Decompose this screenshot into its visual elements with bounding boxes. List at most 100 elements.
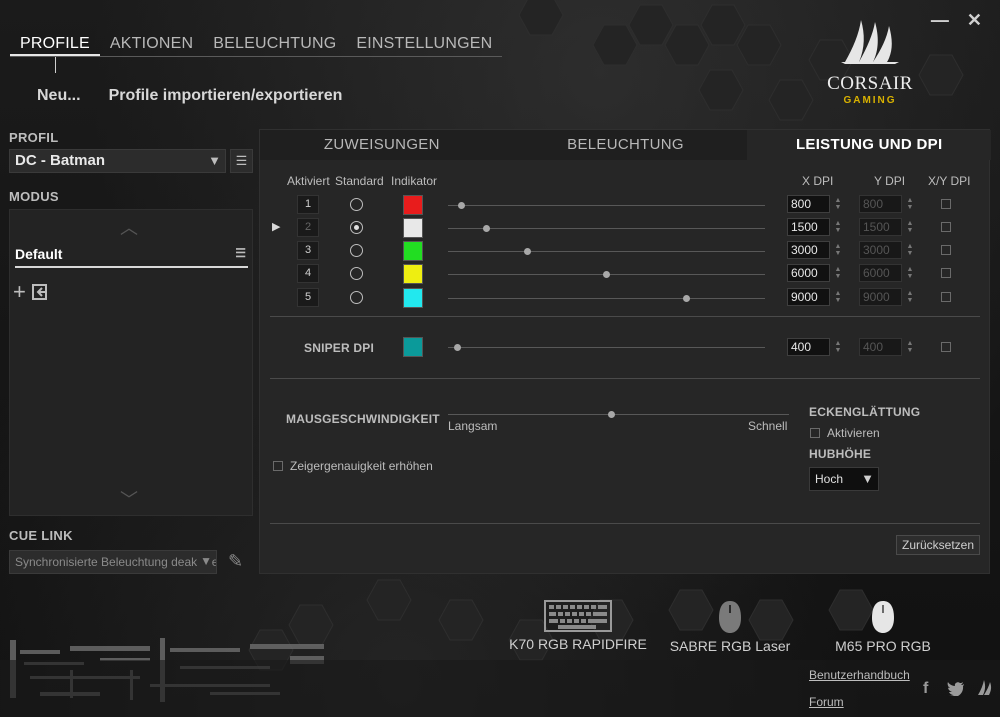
mode-menu-icon[interactable]: ☰ <box>235 246 246 260</box>
ydpi-input: 9000 <box>859 288 902 306</box>
spinner-arrows-icon: ▲ ▼ <box>906 220 914 234</box>
facebook-icon[interactable]: f <box>923 680 928 698</box>
tab-actions[interactable]: AKTIONEN <box>100 33 203 56</box>
sniper-xy-checkbox[interactable] <box>941 342 951 352</box>
xdpi-input[interactable]: 800 <box>787 195 830 213</box>
device-keyboard[interactable]: K70 RGB RAPIDFIRE <box>505 600 651 652</box>
slider-handle[interactable] <box>483 225 490 232</box>
sniper-xdpi-input[interactable]: 400 <box>787 338 830 356</box>
mouse-speed-slider[interactable] <box>448 411 789 418</box>
corsair-icon[interactable] <box>976 680 994 696</box>
xy-dpi-checkbox[interactable] <box>941 268 951 278</box>
angle-snapping-checkbox[interactable] <box>810 428 820 438</box>
dpi-default-radio[interactable] <box>350 244 363 257</box>
dpi-color-swatch[interactable] <box>403 288 423 308</box>
add-mode-icon[interactable]: + <box>13 281 26 303</box>
window-controls: — ✕ <box>931 10 982 31</box>
tab-settings[interactable]: EINSTELLUNGEN <box>346 33 502 56</box>
dpi-level-enable[interactable]: 4 <box>297 264 319 283</box>
new-profile-button[interactable]: Neu... <box>37 87 81 105</box>
dpi-slider[interactable] <box>448 271 765 278</box>
tab-panel-lighting[interactable]: BELEUCHTUNG <box>504 130 748 160</box>
slider-handle[interactable] <box>454 344 461 351</box>
spinner-arrows-icon[interactable]: ▲ ▼ <box>834 197 842 211</box>
device-sabre[interactable]: SABRE RGB Laser <box>663 600 797 654</box>
mouse-speed-label: MAUSGESCHWINDIGKEIT <box>286 412 440 426</box>
xy-dpi-checkbox[interactable] <box>941 199 951 209</box>
profile-menu-button[interactable]: ☰ <box>230 149 253 173</box>
header-ydpi: Y DPI <box>874 174 906 188</box>
profile-select[interactable]: DC - Batman ▼ <box>9 149 226 173</box>
xy-dpi-checkbox[interactable] <box>941 292 951 302</box>
mouse-icon <box>872 601 894 633</box>
tab-assignments[interactable]: ZUWEISUNGEN <box>260 130 504 160</box>
chevron-up-icon[interactable]: ︿ <box>120 214 138 240</box>
xdpi-input[interactable]: 1500 <box>787 218 830 236</box>
slider-handle[interactable] <box>524 248 531 255</box>
ydpi-input: 6000 <box>859 264 902 282</box>
dpi-slider[interactable] <box>448 225 765 232</box>
spinner-arrows-icon: ▲ ▼ <box>906 243 914 257</box>
mode-item-default[interactable]: Default ☰ <box>15 244 248 268</box>
lift-height-select[interactable]: Hoch ▼ <box>809 467 879 491</box>
tab-performance-dpi[interactable]: LEISTUNG UND DPI <box>747 130 992 160</box>
tab-lighting[interactable]: BELEUCHTUNG <box>203 33 346 56</box>
dpi-panel: ZUWEISUNGEN BELEUCHTUNG LEISTUNG UND DPI… <box>259 129 992 574</box>
manual-link[interactable]: Benutzerhandbuch <box>809 668 910 682</box>
twitter-icon[interactable] <box>947 682 965 696</box>
profile-label: PROFIL <box>9 130 59 145</box>
device-m65[interactable]: M65 PRO RGB <box>828 600 938 654</box>
pencil-icon[interactable]: ✎ <box>228 551 243 572</box>
slider-handle[interactable] <box>608 411 615 418</box>
dpi-color-swatch[interactable] <box>403 195 423 215</box>
dpi-default-radio[interactable] <box>350 221 363 234</box>
import-export-button[interactable]: Profile importieren/exportieren <box>109 87 343 105</box>
sniper-dpi-slider[interactable] <box>448 344 765 351</box>
spinner-arrows-icon: ▲ ▼ <box>906 266 914 280</box>
slider-handle[interactable] <box>458 202 465 209</box>
xdpi-input[interactable]: 9000 <box>787 288 830 306</box>
spinner-arrows-icon[interactable]: ▲ ▼ <box>834 220 842 234</box>
dpi-level-enable[interactable]: 5 <box>297 288 319 307</box>
export-mode-icon[interactable] <box>30 282 50 302</box>
close-button[interactable]: ✕ <box>967 10 982 31</box>
dpi-color-swatch[interactable] <box>403 218 423 238</box>
dpi-level-enable[interactable]: 1 <box>297 195 319 214</box>
dpi-default-radio[interactable] <box>350 291 363 304</box>
dpi-color-swatch[interactable] <box>403 264 423 284</box>
dpi-default-radio[interactable] <box>350 267 363 280</box>
reset-button[interactable]: Zurücksetzen <box>896 535 980 555</box>
divider <box>270 378 980 379</box>
xdpi-input[interactable]: 3000 <box>787 241 830 259</box>
dpi-slider[interactable] <box>448 248 765 255</box>
cue-link-select[interactable]: Synchronisierte Beleuchtung deaktivieren… <box>9 550 217 574</box>
chevron-down-icon[interactable]: ﹀ <box>120 486 138 512</box>
dpi-level-enable[interactable]: 2 <box>297 218 319 237</box>
spinner-arrows-icon[interactable]: ▲ ▼ <box>834 243 842 257</box>
ydpi-input: 3000 <box>859 241 902 259</box>
dpi-slider[interactable] <box>448 295 765 302</box>
dpi-color-swatch[interactable] <box>403 241 423 261</box>
top-nav: PROFILE AKTIONEN BELEUCHTUNG EINSTELLUNG… <box>10 33 502 57</box>
slider-handle[interactable] <box>683 295 690 302</box>
lift-height-label: HUBHÖHE <box>809 447 872 461</box>
minimize-button[interactable]: — <box>931 10 949 31</box>
ydpi-input: 800 <box>859 195 902 213</box>
xdpi-input[interactable]: 6000 <box>787 264 830 282</box>
slider-handle[interactable] <box>603 271 610 278</box>
spinner-arrows-icon: ▲ ▼ <box>906 290 914 304</box>
sails-icon <box>841 20 899 64</box>
forum-link[interactable]: Forum <box>809 695 844 709</box>
spinner-arrows-icon[interactable]: ▲ ▼ <box>834 266 842 280</box>
dpi-level-enable[interactable]: 3 <box>297 241 319 260</box>
dpi-default-radio[interactable] <box>350 198 363 211</box>
pointer-precision-checkbox[interactable] <box>273 461 283 471</box>
dpi-slider[interactable] <box>448 202 765 209</box>
hamburger-icon: ☰ <box>235 153 248 168</box>
sniper-color-swatch[interactable] <box>403 337 423 357</box>
xy-dpi-checkbox[interactable] <box>941 245 951 255</box>
spinner-arrows-icon[interactable]: ▲ ▼ <box>834 340 842 354</box>
tab-profile[interactable]: PROFILE <box>10 33 100 56</box>
spinner-arrows-icon[interactable]: ▲ ▼ <box>834 290 842 304</box>
xy-dpi-checkbox[interactable] <box>941 222 951 232</box>
